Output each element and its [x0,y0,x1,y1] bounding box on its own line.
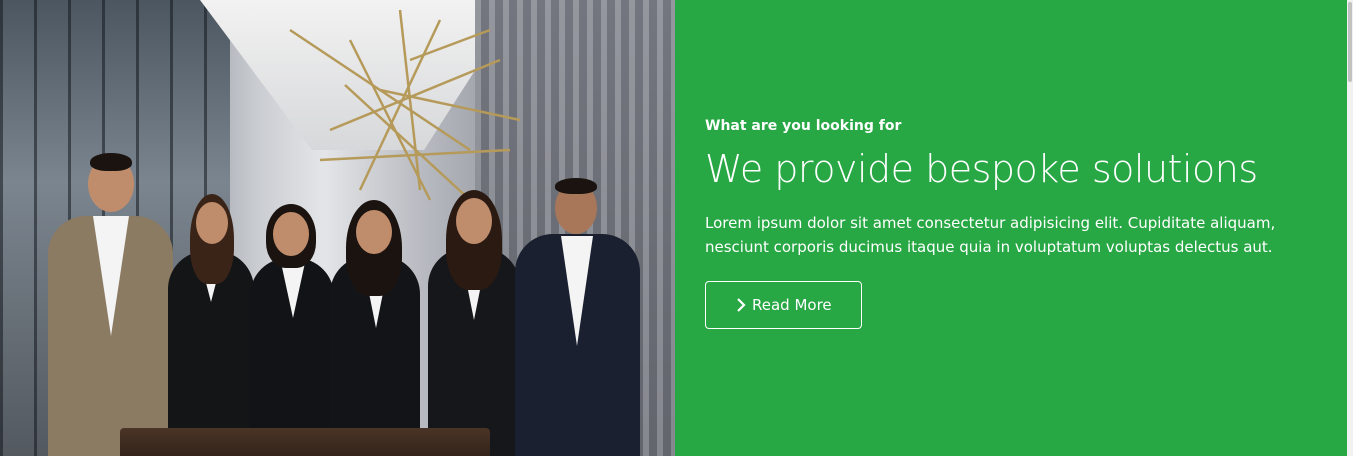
read-more-button[interactable]: Read More [705,281,862,329]
person-1 [48,153,173,456]
hero-headline: We provide bespoke solutions [705,147,1258,191]
chevron-right-icon [737,298,746,312]
person-3 [250,204,334,456]
person-2 [168,194,254,456]
team-photo [0,0,675,456]
read-more-label: Read More [752,296,832,314]
scrollbar-thumb[interactable] [1348,2,1352,82]
hero-content-panel: What are you looking for We provide besp… [675,0,1353,456]
hero-kicker: What are you looking for [705,118,902,134]
person-5 [428,190,520,456]
person-6 [515,178,640,456]
hero-section: What are you looking for We provide besp… [0,0,1353,456]
hero-description: Lorem ipsum dolor sit amet consectetur a… [705,214,1276,256]
page-scrollbar[interactable] [1347,0,1353,456]
person-4 [330,200,420,456]
photo-table [120,428,490,456]
